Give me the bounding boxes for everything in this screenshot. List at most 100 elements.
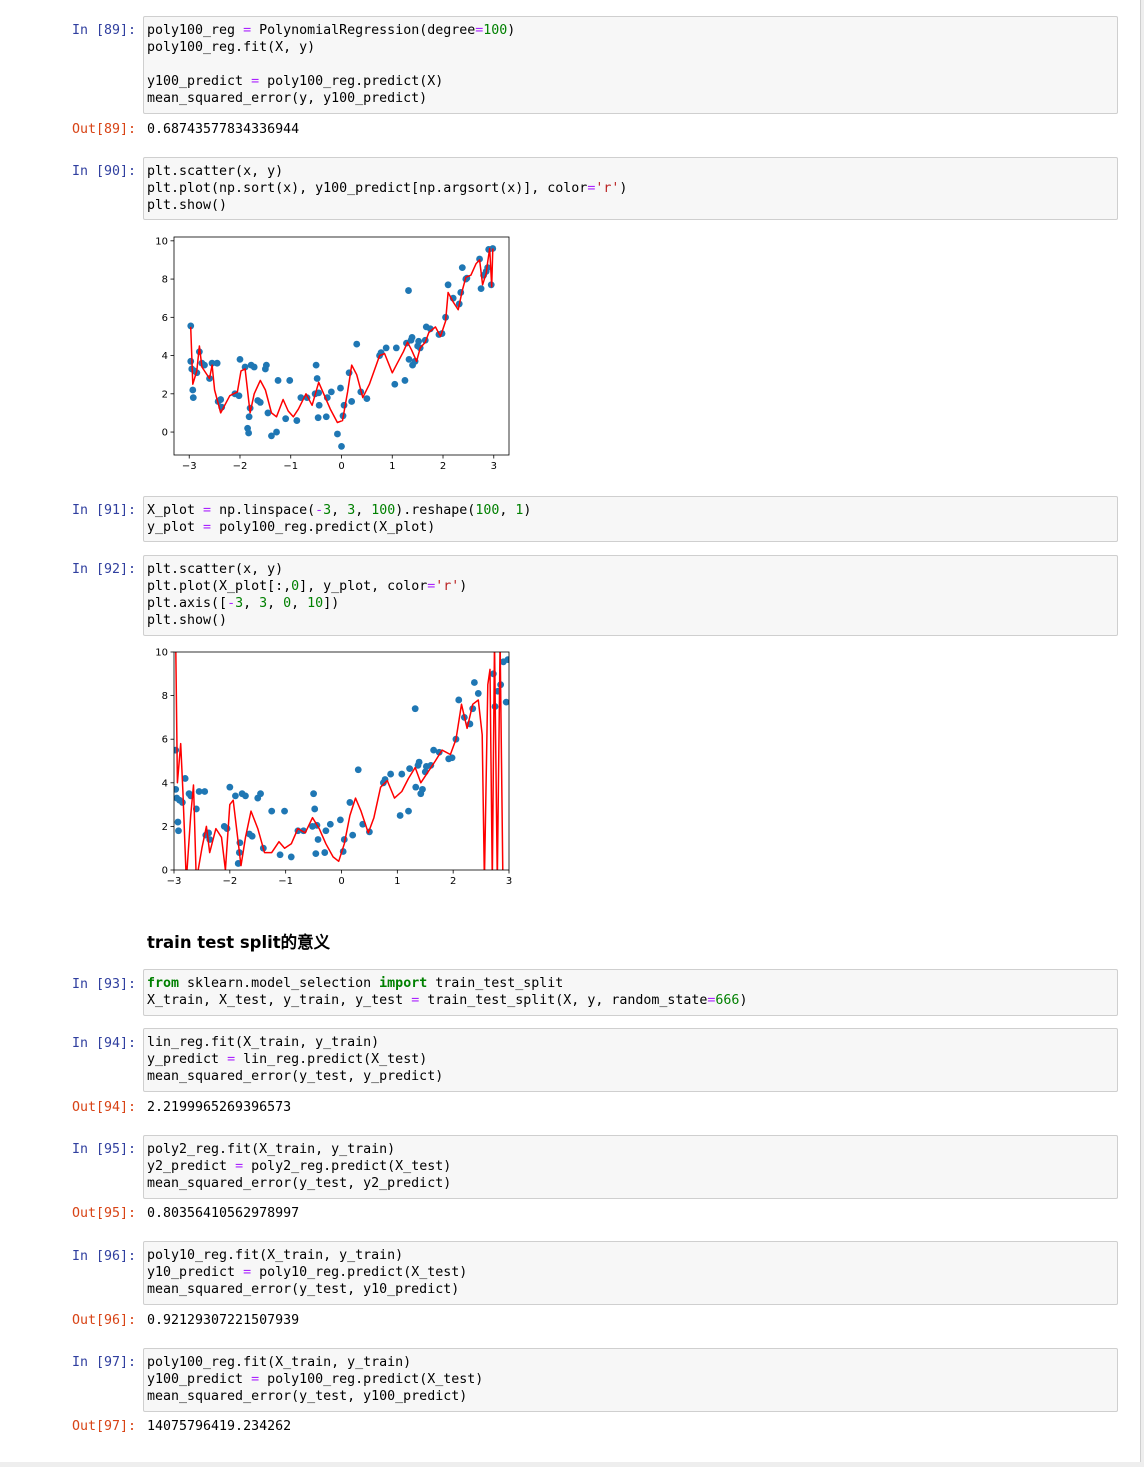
code-token: poly100_reg.fit(X, y) xyxy=(147,40,316,55)
input-prompt: In [97]: xyxy=(71,1355,136,1370)
code-line: poly10_reg.fit(X_train, y_train) xyxy=(147,1247,467,1264)
code-token: ], y_plot, color xyxy=(299,579,428,594)
code-cell[interactable]: poly100_reg.fit(X_train, y_train) y100_pr… xyxy=(143,1348,1118,1412)
output-prompt: Out[96]: xyxy=(71,1313,136,1328)
code-token: , xyxy=(499,503,516,518)
code-token: poly100_reg.predict(X) xyxy=(259,74,444,89)
code-cell[interactable]: poly2_reg.fit(X_train, y_train) y2_predic… xyxy=(143,1135,1118,1199)
scatter-point xyxy=(236,355,244,363)
code-token: X_train, X_test, y_train, y_test xyxy=(147,993,412,1008)
code-token: , xyxy=(355,503,372,518)
scatter-point xyxy=(382,344,390,352)
code-line: mean_squared_error(y_test, y_predict) xyxy=(147,1068,443,1085)
output-prompt: Out[95]: xyxy=(71,1206,136,1221)
code-editor[interactable]: X_plot = np.linspace(-3, 3, 100).reshape… xyxy=(147,502,531,536)
code-line: y_plot = poly100_reg.predict(X_plot) xyxy=(147,519,531,536)
scatter-point xyxy=(396,812,404,819)
x-tick-label: −3 xyxy=(167,876,182,887)
scatter-point xyxy=(174,785,180,793)
code-editor[interactable]: poly100_reg.fit(X_train, y_train) y100_pr… xyxy=(147,1354,483,1405)
output-text: 0.68743577834336944 xyxy=(147,122,300,137)
code-token: poly10_reg.predict(X_test) xyxy=(251,1265,468,1280)
code-cell[interactable]: lin_reg.fit(X_train, y_train) y_predict =… xyxy=(143,1028,1118,1092)
code-cell[interactable]: poly10_reg.fit(X_train, y_train) y10_pred… xyxy=(143,1241,1118,1305)
code-editor[interactable]: poly2_reg.fit(X_train, y_train) y2_predic… xyxy=(147,1141,451,1192)
y-tick-label: 8 xyxy=(162,691,168,702)
input-prompt: In [90]: xyxy=(71,164,136,179)
code-token: poly100_reg.predict(X_plot) xyxy=(211,520,436,535)
scatter-point xyxy=(248,832,256,840)
scatter-point xyxy=(387,770,395,778)
scatter-point xyxy=(256,399,264,406)
scatter-point xyxy=(405,287,412,294)
code-token: lin_reg.fit(X_train, y_train) xyxy=(147,1035,380,1050)
scatter-point xyxy=(334,430,341,438)
code-token: plt.show() xyxy=(147,198,228,213)
code-line: plt.show() xyxy=(147,197,627,214)
code-token: ]) xyxy=(323,596,340,611)
code-line: mean_squared_error(y_test, y2_predict) xyxy=(147,1175,451,1192)
scatter-point xyxy=(174,818,182,826)
code-line: plt.plot(X_plot[:,0], y_plot, color='r') xyxy=(147,578,467,595)
code-token: 3 xyxy=(235,596,244,611)
code-token: 10 xyxy=(307,596,324,611)
code-editor[interactable]: poly100_reg = PolynomialRegression(degre… xyxy=(147,22,515,107)
code-editor[interactable]: lin_reg.fit(X_train, y_train) y_predict =… xyxy=(147,1034,443,1085)
code-cell[interactable]: X_plot = np.linspace(-3, 3, 100).reshape… xyxy=(143,496,1118,542)
code-cell[interactable]: poly100_reg = PolynomialRegression(degre… xyxy=(143,16,1118,114)
code-editor[interactable]: from sklearn.model_selection import trai… xyxy=(147,975,747,1009)
y-tick-label: 4 xyxy=(162,351,168,362)
code-editor[interactable]: plt.scatter(x, y) plt.plot(np.sort(x), y1… xyxy=(147,163,627,214)
code-token: mean_squared_error(y, y100_predict) xyxy=(147,91,428,106)
scatter-point xyxy=(337,384,344,392)
code-cell[interactable]: from sklearn.model_selection import trai… xyxy=(143,969,1118,1016)
scatter-point xyxy=(250,363,258,371)
code-line: y10_predict = poly10_reg.predict(X_test) xyxy=(147,1264,467,1281)
code-cell[interactable]: plt.scatter(x, y) plt.plot(X_plot[:,0], y… xyxy=(143,555,1118,636)
code-editor[interactable]: poly10_reg.fit(X_train, y_train) y10_pred… xyxy=(147,1247,467,1298)
scatter-point xyxy=(178,799,186,806)
scatter-point xyxy=(419,785,426,793)
scatter-point xyxy=(273,428,280,436)
scatter-point xyxy=(474,690,482,697)
code-token: y10_predict xyxy=(147,1265,244,1280)
code-token: plt.show() xyxy=(147,613,228,628)
code-editor[interactable]: plt.scatter(x, y) plt.plot(X_plot[:,0], y… xyxy=(147,561,467,629)
scatter-point xyxy=(338,442,345,450)
scatter-point xyxy=(322,413,330,421)
code-line: X_train, X_test, y_train, y_test = train… xyxy=(147,992,747,1009)
scatter-point xyxy=(232,792,239,800)
code-line: lin_reg.fit(X_train, y_train) xyxy=(147,1034,443,1051)
scatter-point xyxy=(348,398,356,405)
scatter-point xyxy=(353,340,361,348)
code-token: = xyxy=(251,74,260,89)
scatter-point xyxy=(412,783,420,791)
code-token: train_test_split(X, y, random_state xyxy=(419,993,708,1008)
y-tick-label: 0 xyxy=(162,866,168,877)
scatter-point xyxy=(213,359,221,367)
code-token: = xyxy=(411,993,420,1008)
output-text: 0.80356410562978997 xyxy=(147,1206,300,1221)
scatter-point xyxy=(245,413,253,421)
x-tick-label: 0 xyxy=(338,876,344,887)
code-token: = xyxy=(235,1159,244,1174)
code-line: y_predict = lin_reg.predict(X_test) xyxy=(147,1051,443,1068)
code-token: ) xyxy=(739,993,748,1008)
code-token: 3 xyxy=(347,503,356,518)
output-plot-poly100-fit: −3 −2 −1 0 1 2 3 0 2 4 6 8 10 xyxy=(155,236,510,472)
scatter-point xyxy=(286,377,294,384)
scatter-point xyxy=(274,377,282,384)
x-tick-label: −3 xyxy=(182,461,197,472)
code-token: ).reshape( xyxy=(395,503,476,518)
code-cell[interactable]: plt.scatter(x, y) plt.plot(np.sort(x), y1… xyxy=(143,157,1118,220)
output-prompt: Out[94]: xyxy=(71,1100,136,1115)
scatter-point xyxy=(444,281,452,289)
scatter-point xyxy=(458,264,466,271)
scatter-point xyxy=(415,337,423,345)
scatter-point xyxy=(322,827,330,835)
scatter-point xyxy=(315,401,323,409)
scatter-point xyxy=(408,333,416,341)
code-token: 100 xyxy=(475,503,500,518)
scatter-point xyxy=(311,805,319,813)
scatter-point xyxy=(477,285,485,293)
